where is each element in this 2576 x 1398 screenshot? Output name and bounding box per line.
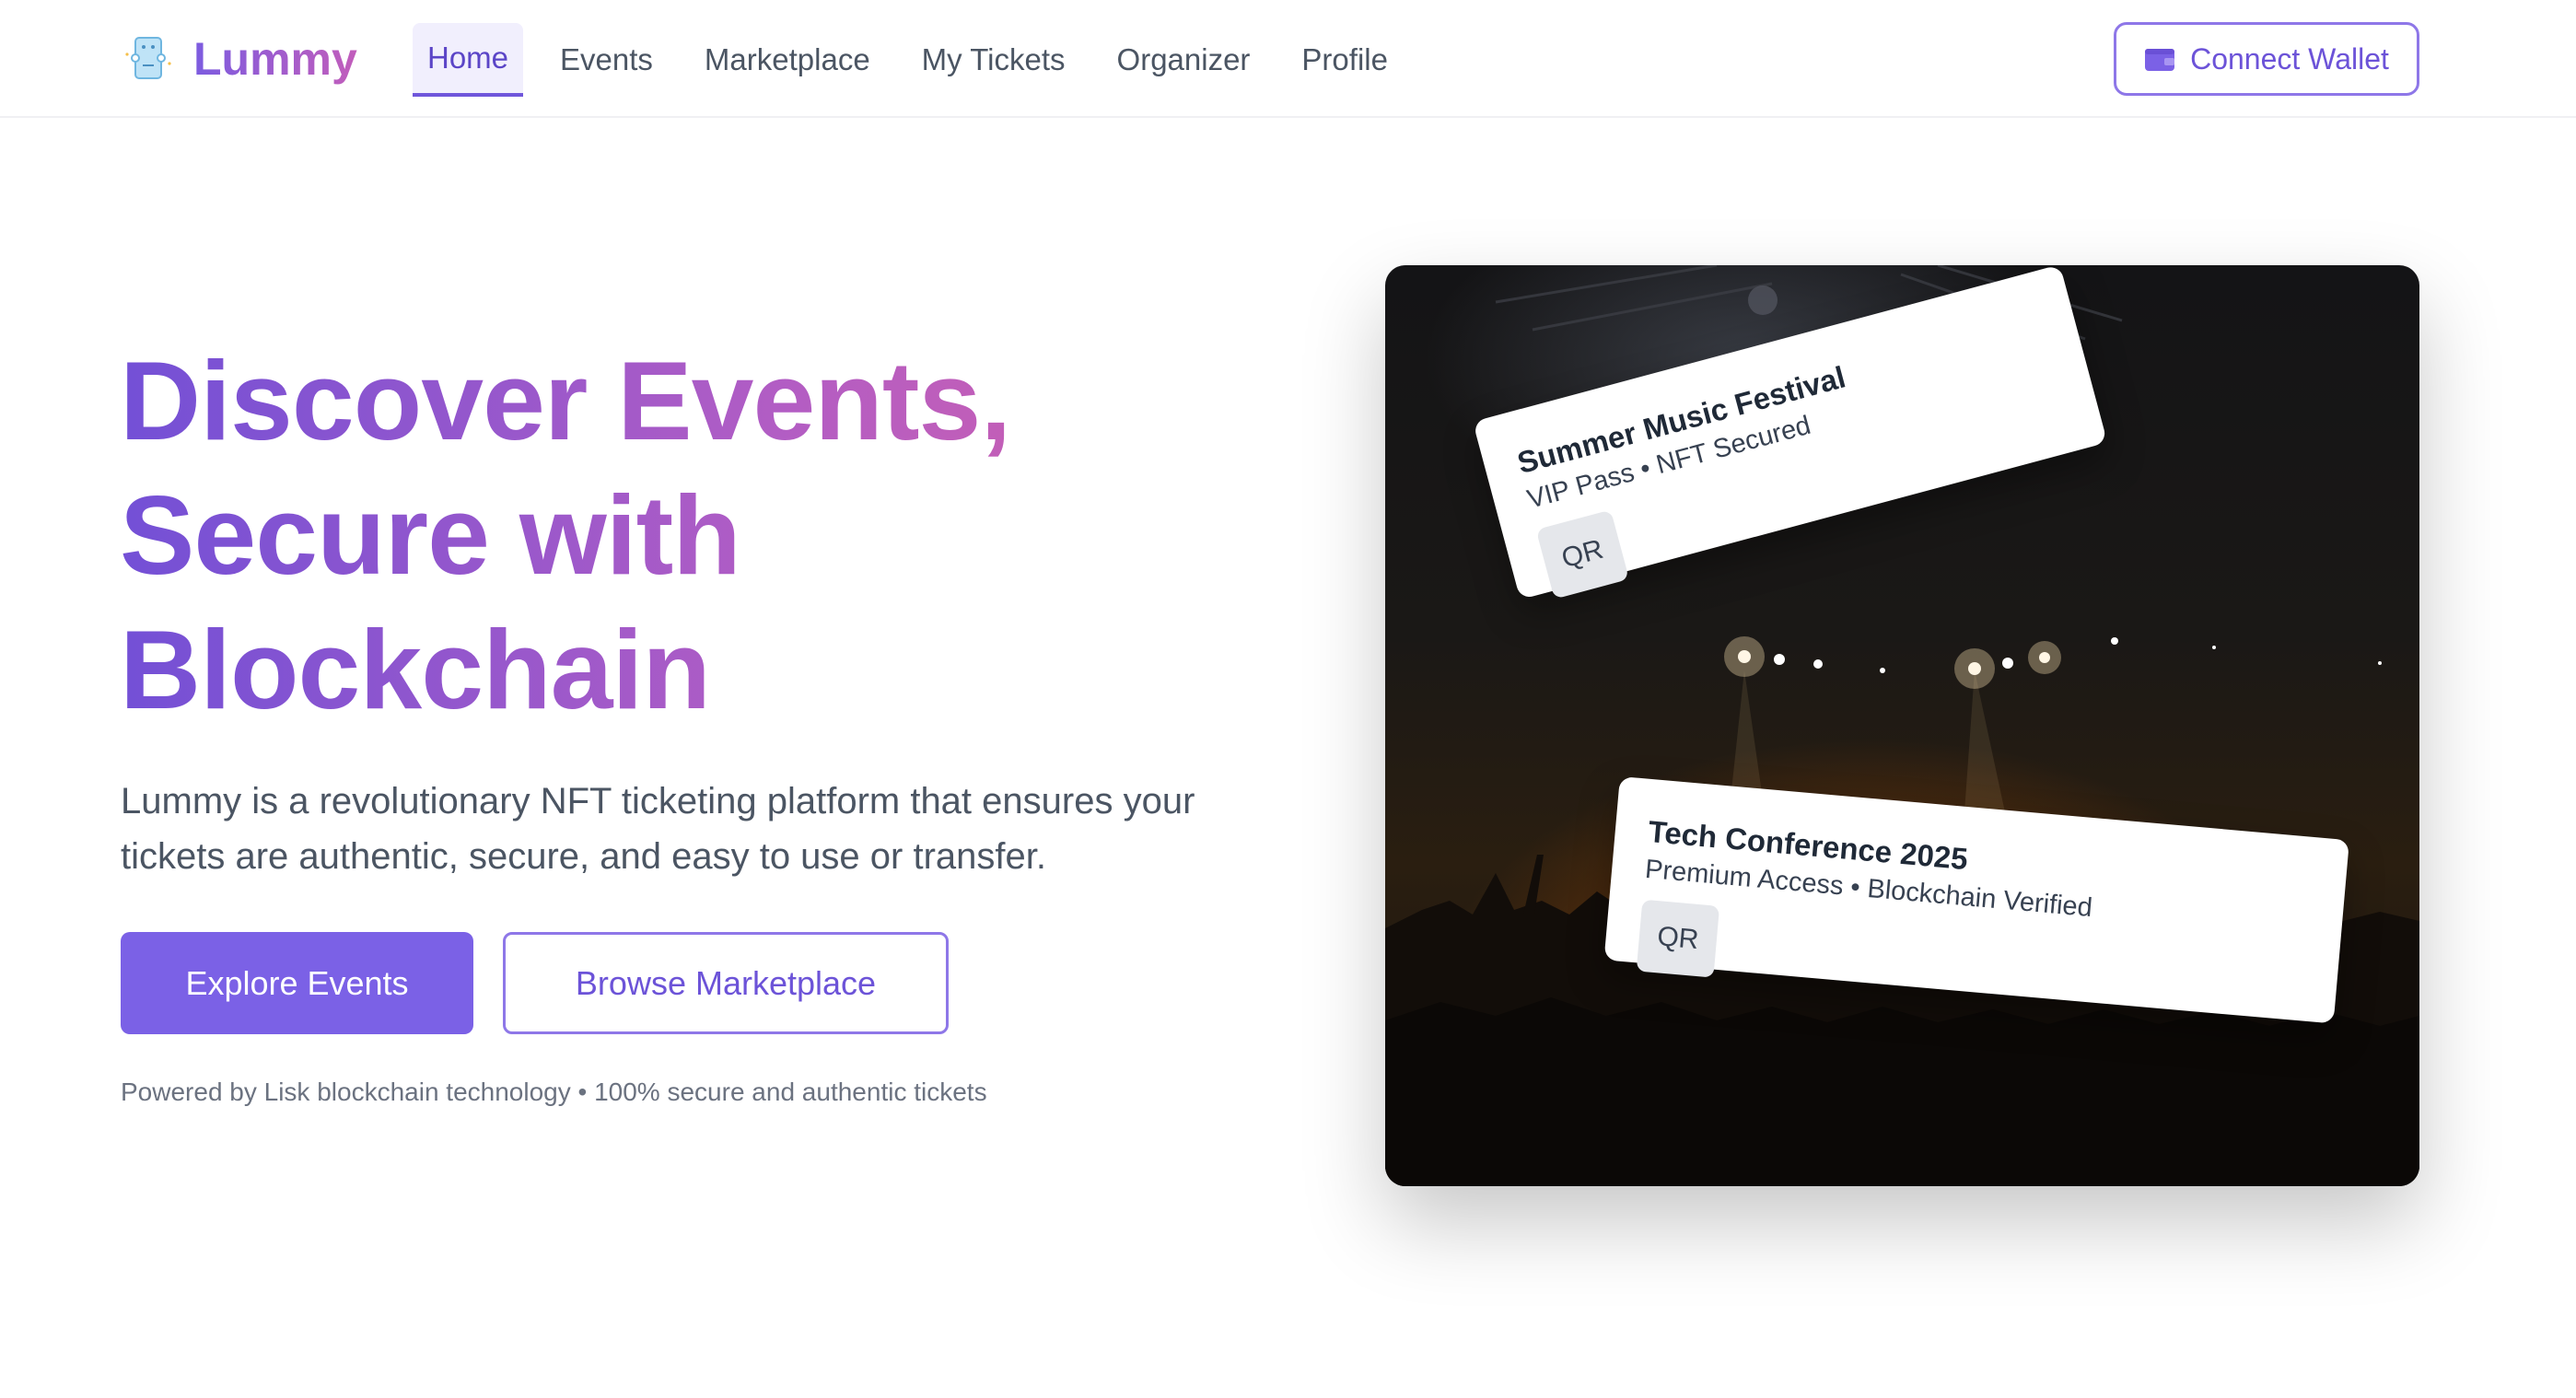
top-navbar: Lummy Home Events Marketplace My Tickets… bbox=[0, 0, 2576, 118]
hero-title-line-2: Secure with bbox=[120, 472, 740, 598]
nav-events[interactable]: Events bbox=[545, 23, 668, 97]
nav-my-tickets[interactable]: My Tickets bbox=[907, 23, 1080, 97]
browse-marketplace-button[interactable]: Browse Marketplace bbox=[503, 932, 949, 1034]
powered-by-text: Powered by Lisk blockchain technology • … bbox=[121, 1078, 987, 1106]
brand-logo[interactable]: Lummy bbox=[122, 29, 357, 88]
connect-wallet-label: Connect Wallet bbox=[2190, 41, 2389, 76]
nav-organizer[interactable]: Organizer bbox=[1102, 23, 1265, 97]
hero-title: Discover Events, Secure with Blockchain bbox=[120, 333, 1317, 737]
hero-concert-image: Summer Music Festival VIP Pass • NFT Sec… bbox=[1385, 265, 2419, 1186]
wallet-icon bbox=[2145, 49, 2175, 71]
connect-wallet-button[interactable]: Connect Wallet bbox=[2114, 22, 2419, 96]
hero-title-line-1: Discover Events, bbox=[120, 338, 1011, 463]
hero-description: Lummy is a revolutionary NFT ticketing p… bbox=[121, 774, 1318, 884]
brand-name: Lummy bbox=[193, 33, 357, 85]
nav-profile[interactable]: Profile bbox=[1287, 23, 1403, 97]
qr-code: QR bbox=[1636, 899, 1720, 978]
ticket-icon bbox=[125, 37, 171, 79]
hero-title-line-3: Blockchain bbox=[120, 607, 710, 732]
nav-marketplace[interactable]: Marketplace bbox=[690, 23, 885, 97]
hero-description-line-1: Lummy is a revolutionary NFT ticketing p… bbox=[121, 781, 1195, 821]
nav-home[interactable]: Home bbox=[413, 23, 524, 97]
explore-events-button[interactable]: Explore Events bbox=[121, 932, 473, 1034]
hero-description-line-2: tickets are authentic, secure, and easy … bbox=[121, 836, 1046, 877]
main-nav: Home Events Marketplace My Tickets Organ… bbox=[413, 23, 1425, 97]
